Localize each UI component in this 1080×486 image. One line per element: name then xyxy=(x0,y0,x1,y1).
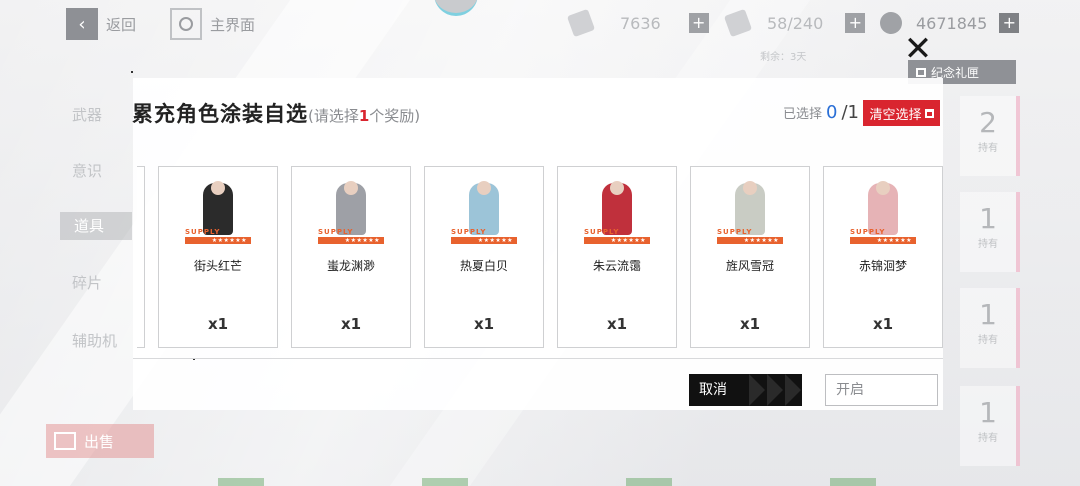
supply-label: SUPPLY xyxy=(451,228,487,236)
rarity-stars: ★★★★★★ xyxy=(717,237,783,244)
resource-value: 58/240 xyxy=(767,13,824,33)
close-icon[interactable]: ✕ xyxy=(903,32,933,66)
trash-icon xyxy=(924,108,934,118)
count-value: 2 xyxy=(979,106,997,139)
reward-name: 旌风雪冠 xyxy=(725,259,774,273)
reward-name: 朱云流霭 xyxy=(592,259,641,273)
resource-stamina: 58/240 + xyxy=(723,8,866,38)
reward-name: 蚩龙渊渺 xyxy=(326,259,375,273)
home-icon xyxy=(170,8,202,40)
ticket-icon xyxy=(566,8,596,38)
item-count-card[interactable]: 2 持有 xyxy=(960,96,1020,176)
item-count-card[interactable]: 1 持有 xyxy=(960,288,1020,368)
decor-triangle xyxy=(767,374,783,406)
count-label: 持有 xyxy=(978,239,998,250)
sidebar-item-weapon[interactable]: 武器 xyxy=(72,104,102,125)
reward-name: 赤锦洄梦 xyxy=(858,259,907,273)
count-label: 持有 xyxy=(978,433,998,444)
sell-icon xyxy=(54,432,76,450)
add-coin-button[interactable]: + xyxy=(999,13,1020,33)
add-stamina-button[interactable]: + xyxy=(845,13,866,33)
reward-card[interactable]: SUPPLY ★★★★★★ 街头红芒 x1 xyxy=(158,166,278,348)
cancel-button[interactable]: 取消 xyxy=(689,374,802,406)
chevron-left-icon: ‹ xyxy=(66,8,98,40)
count-value: 1 xyxy=(979,298,997,331)
home-label: 主界面 xyxy=(210,15,256,34)
bottom-cell xyxy=(830,478,876,486)
resource-coin: 4671845 + xyxy=(880,12,1020,34)
dot xyxy=(131,71,133,73)
stamina-icon xyxy=(723,8,753,38)
reward-quantity: x1 xyxy=(473,315,495,333)
divider xyxy=(133,358,943,359)
subtitle-count: 1 xyxy=(358,107,370,125)
supply-label: SUPPLY xyxy=(850,228,886,236)
reward-quantity: x1 xyxy=(340,315,362,333)
dialog-title: 累充角色涂装自选(请选择1个奖励) xyxy=(132,98,420,128)
selection-counter: 已选择 0/1 xyxy=(783,102,859,123)
resource-value: 7636 xyxy=(620,13,661,33)
reward-quantity: x1 xyxy=(207,315,229,333)
decor-triangle xyxy=(749,374,765,406)
selected-total: /1 xyxy=(841,102,859,123)
reward-card-partial[interactable] xyxy=(137,166,145,348)
reward-quantity: x1 xyxy=(606,315,628,333)
coin-icon xyxy=(880,12,902,34)
sell-button[interactable]: 出售 xyxy=(46,424,154,458)
reward-quantity: x1 xyxy=(739,315,761,333)
sidebar-item-elf[interactable]: 辅助机 xyxy=(72,330,117,351)
dialog-title-text: 累充角色涂装自选 xyxy=(132,102,308,126)
back-button[interactable]: ‹ 返回 xyxy=(66,8,136,40)
reward-name: 热夏白贝 xyxy=(459,259,508,273)
count-value: 1 xyxy=(979,202,997,235)
reward-card[interactable]: SUPPLY ★★★★★★ 朱云流霭 x1 xyxy=(557,166,677,348)
supply-label: SUPPLY xyxy=(584,228,620,236)
bottom-cell xyxy=(218,478,264,486)
rarity-stars: ★★★★★★ xyxy=(185,237,251,244)
clear-label: 清空选择 xyxy=(869,107,922,123)
reward-quantity: x1 xyxy=(872,315,894,333)
sidebar-item-items[interactable]: 道具 xyxy=(60,212,132,240)
subtitle-post: 个奖励) xyxy=(369,107,421,125)
reward-card[interactable]: SUPPLY ★★★★★★ 蚩龙渊渺 x1 xyxy=(291,166,411,348)
count-label: 持有 xyxy=(978,143,998,154)
open-label: 开启 xyxy=(836,382,864,398)
count-value: 1 xyxy=(979,396,997,429)
sidebar-item-stigmata[interactable]: 意识 xyxy=(72,160,102,181)
cancel-label: 取消 xyxy=(699,382,727,398)
reward-list: SUPPLY ★★★★★★ 街头红芒 x1 SUPPLY ★★★★★★ 蚩龙渊渺… xyxy=(137,166,943,350)
timer-label: 剩余：3天 xyxy=(760,52,807,63)
selected-label: 已选择 xyxy=(783,107,823,122)
supply-label: SUPPLY xyxy=(318,228,354,236)
resource-ticket: 7636 + xyxy=(566,8,709,38)
item-count-card[interactable]: 1 持有 xyxy=(960,192,1020,272)
add-ticket-button[interactable]: + xyxy=(688,13,709,33)
rarity-stars: ★★★★★★ xyxy=(318,237,384,244)
item-count-card[interactable]: 1 持有 xyxy=(960,386,1020,466)
count-label: 持有 xyxy=(978,335,998,346)
selected-current: 0 xyxy=(826,102,838,123)
reward-card[interactable]: SUPPLY ★★★★★★ 赤锦洄梦 x1 xyxy=(823,166,943,348)
subtitle-pre: (请选择 xyxy=(308,107,359,125)
reward-card[interactable]: SUPPLY ★★★★★★ 热夏白贝 x1 xyxy=(424,166,544,348)
clear-selection-button[interactable]: 清空选择 xyxy=(863,100,940,126)
rarity-stars: ★★★★★★ xyxy=(850,237,916,244)
decor-triangle xyxy=(785,374,801,406)
bottom-cell xyxy=(626,478,672,486)
supply-label: SUPPLY xyxy=(185,228,221,236)
rarity-stars: ★★★★★★ xyxy=(451,237,517,244)
sidebar-item-fragments[interactable]: 碎片 xyxy=(72,272,102,293)
home-button[interactable]: 主界面 xyxy=(170,8,255,40)
open-button[interactable]: 开启 xyxy=(825,374,938,406)
reward-card[interactable]: SUPPLY ★★★★★★ 旌风雪冠 x1 xyxy=(690,166,810,348)
supply-label: SUPPLY xyxy=(717,228,753,236)
back-label: 返回 xyxy=(106,15,137,34)
reward-name: 街头红芒 xyxy=(193,259,242,273)
sell-label: 出售 xyxy=(84,432,115,451)
rarity-stars: ★★★★★★ xyxy=(584,237,650,244)
bottom-cell xyxy=(422,478,468,486)
dialog-subtitle: (请选择1个奖励) xyxy=(308,107,420,125)
